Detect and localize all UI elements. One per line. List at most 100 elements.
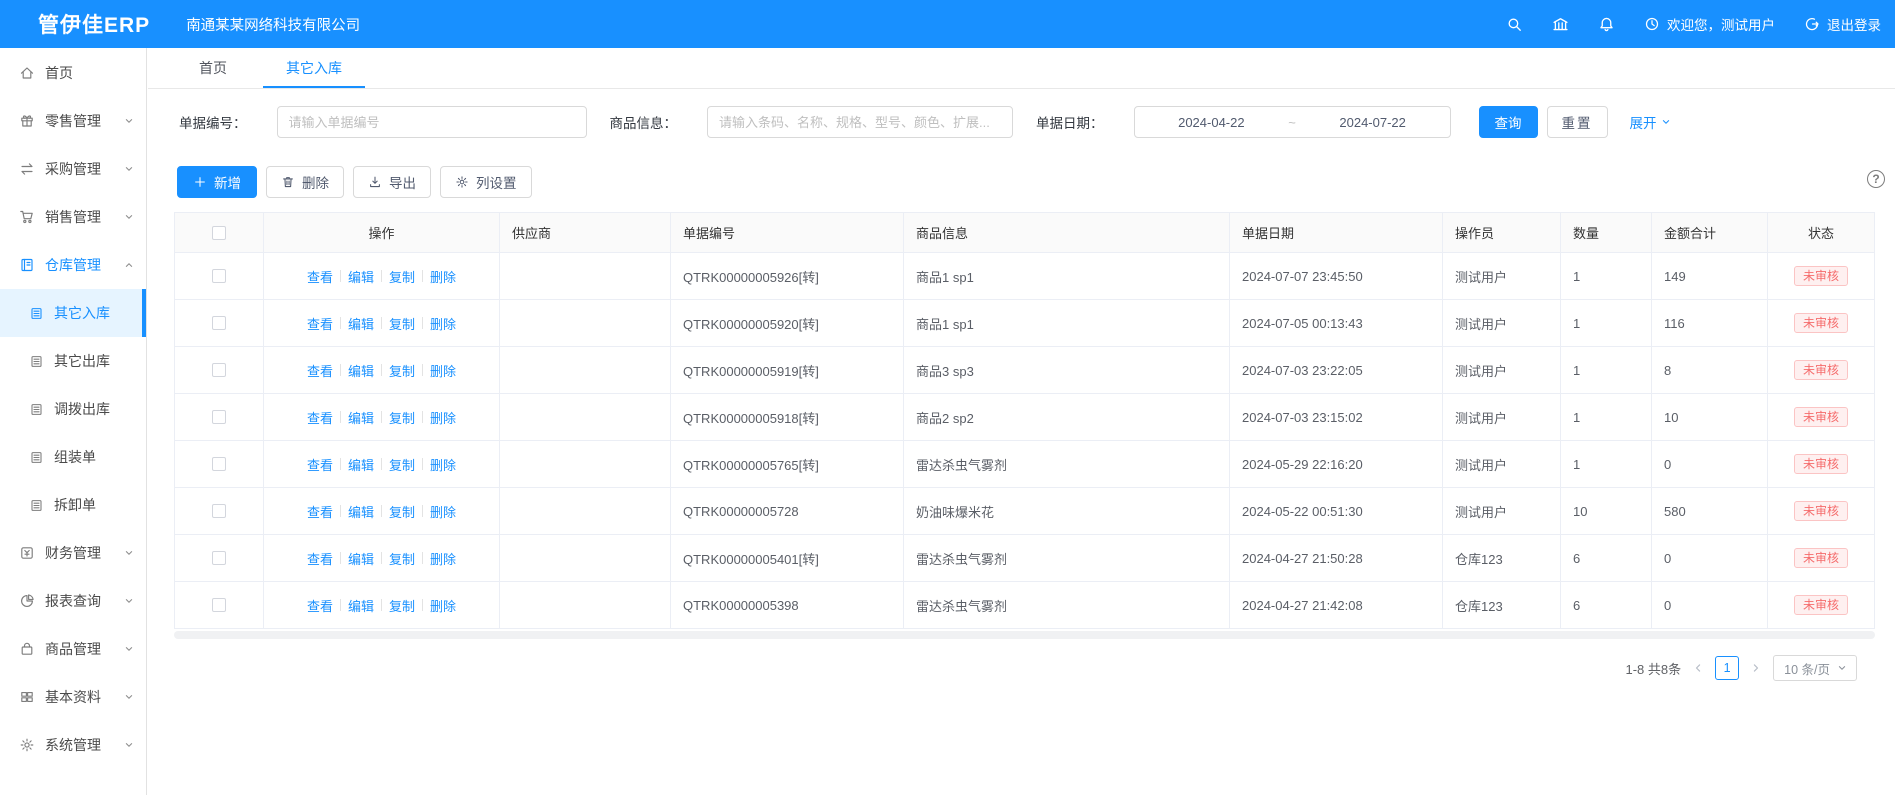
expand-link[interactable]: 展开 xyxy=(1630,112,1672,132)
bill-no-cell: QTRK00000005918[转] xyxy=(671,394,904,440)
link-separator xyxy=(381,411,382,423)
sidebar-item-finance[interactable]: 财务管理 xyxy=(0,529,146,577)
row-checkbox[interactable] xyxy=(212,504,226,518)
edit-link[interactable]: 编辑 xyxy=(348,596,374,615)
edit-link[interactable]: 编辑 xyxy=(348,455,374,474)
bell-icon[interactable] xyxy=(1598,16,1615,33)
delete-link[interactable]: 删除 xyxy=(430,549,456,568)
supplier-cell xyxy=(500,535,671,581)
reset-button[interactable]: 重置 xyxy=(1547,106,1608,138)
chevron-down-icon xyxy=(123,547,135,559)
product-cell: 奶油味爆米花 xyxy=(904,488,1230,534)
sidebar-item-assembly-order[interactable]: 组装单 xyxy=(0,433,146,481)
sidebar-item-retail[interactable]: 零售管理 xyxy=(0,97,146,145)
search-button[interactable]: 查询 xyxy=(1479,106,1538,138)
column-settings-button[interactable]: 列设置 xyxy=(440,166,532,198)
edit-link[interactable]: 编辑 xyxy=(348,361,374,380)
help-icon[interactable]: ? xyxy=(1867,170,1885,188)
view-link[interactable]: 查看 xyxy=(307,596,333,615)
copy-link[interactable]: 复制 xyxy=(389,408,415,427)
actions-cell: 查看编辑复制删除 xyxy=(264,300,500,346)
sidebar-item-warehouse[interactable]: 仓库管理 xyxy=(0,241,146,289)
delete-link[interactable]: 删除 xyxy=(430,408,456,427)
export-button[interactable]: 导出 xyxy=(353,166,431,198)
view-link[interactable]: 查看 xyxy=(307,267,333,286)
sidebar-item-basic-data[interactable]: 基本资料 xyxy=(0,673,146,721)
delete-link[interactable]: 删除 xyxy=(430,314,456,333)
gift-icon xyxy=(19,113,35,129)
view-link[interactable]: 查看 xyxy=(307,455,333,474)
row-checkbox[interactable] xyxy=(212,363,226,377)
logout-button[interactable]: 退出登录 xyxy=(1804,14,1881,34)
sidebar-item-home[interactable]: 首页 xyxy=(0,49,146,97)
view-link[interactable]: 查看 xyxy=(307,549,333,568)
view-link[interactable]: 查看 xyxy=(307,314,333,333)
copy-link[interactable]: 复制 xyxy=(389,596,415,615)
row-checkbox[interactable] xyxy=(212,457,226,471)
delete-link[interactable]: 删除 xyxy=(430,502,456,521)
row-checkbox[interactable] xyxy=(212,551,226,565)
page-number[interactable]: 1 xyxy=(1715,656,1739,680)
table-row: 查看编辑复制删除QTRK00000005398雷达杀虫气雾剂2024-04-27… xyxy=(175,582,1875,629)
edit-link[interactable]: 编辑 xyxy=(348,549,374,568)
copy-link[interactable]: 复制 xyxy=(389,502,415,521)
date-range-input[interactable]: 2024-04-22 ~ 2024-07-22 xyxy=(1134,106,1451,138)
view-link[interactable]: 查看 xyxy=(307,408,333,427)
sidebar-item-transfer-outbound[interactable]: 调拨出库 xyxy=(0,385,146,433)
sidebar-item-sales[interactable]: 销售管理 xyxy=(0,193,146,241)
sidebar-item-other-outbound[interactable]: 其它出库 xyxy=(0,337,146,385)
welcome-user[interactable]: 欢迎您，测试用户 xyxy=(1644,14,1775,34)
sidebar-item-other-inbound[interactable]: 其它入库 xyxy=(0,289,146,337)
delete-link[interactable]: 删除 xyxy=(430,361,456,380)
bill-no-input[interactable] xyxy=(277,106,587,138)
sidebar-item-products[interactable]: 商品管理 xyxy=(0,625,146,673)
page-size-select[interactable]: 10 条/页 xyxy=(1773,655,1857,681)
row-checkbox[interactable] xyxy=(212,410,226,424)
edit-link[interactable]: 编辑 xyxy=(348,502,374,521)
select-all-checkbox[interactable] xyxy=(212,226,226,240)
bank-icon[interactable] xyxy=(1552,16,1569,33)
gear-icon xyxy=(19,737,35,753)
copy-link[interactable]: 复制 xyxy=(389,549,415,568)
delete-button-label: 删除 xyxy=(302,172,329,192)
edit-link[interactable]: 编辑 xyxy=(348,408,374,427)
sidebar-item-reports[interactable]: 报表查询 xyxy=(0,577,146,625)
view-link[interactable]: 查看 xyxy=(307,361,333,380)
delete-button[interactable]: 删除 xyxy=(266,166,344,198)
delete-link[interactable]: 删除 xyxy=(430,455,456,474)
copy-link[interactable]: 复制 xyxy=(389,361,415,380)
product-info-input[interactable] xyxy=(707,106,1013,138)
copy-link[interactable]: 复制 xyxy=(389,267,415,286)
amount-cell: 0 xyxy=(1652,441,1768,487)
row-checkbox[interactable] xyxy=(212,269,226,283)
bag-icon xyxy=(19,641,35,657)
book-icon xyxy=(19,257,35,273)
row-checkbox[interactable] xyxy=(212,598,226,612)
delete-link[interactable]: 删除 xyxy=(430,267,456,286)
add-button[interactable]: 新增 xyxy=(177,166,257,198)
copy-link[interactable]: 复制 xyxy=(389,314,415,333)
tab-other-inbound[interactable]: 其它入库 xyxy=(263,48,365,88)
next-page-button[interactable] xyxy=(1749,661,1763,675)
view-link[interactable]: 查看 xyxy=(307,502,333,521)
sidebar-item-system[interactable]: 系统管理 xyxy=(0,721,146,769)
header-product: 商品信息 xyxy=(904,213,1230,252)
edit-link[interactable]: 编辑 xyxy=(348,267,374,286)
table-row: 查看编辑复制删除QTRK00000005728奶油味爆米花2024-05-22 … xyxy=(175,488,1875,535)
delete-link[interactable]: 删除 xyxy=(430,596,456,615)
search-icon[interactable] xyxy=(1506,16,1523,33)
link-separator xyxy=(422,458,423,470)
sidebar-item-label: 系统管理 xyxy=(45,735,101,755)
row-checkbox[interactable] xyxy=(212,316,226,330)
edit-link[interactable]: 编辑 xyxy=(348,314,374,333)
copy-link[interactable]: 复制 xyxy=(389,455,415,474)
horizontal-scrollbar[interactable] xyxy=(174,631,1875,639)
sidebar-item-disassembly-order[interactable]: 拆卸单 xyxy=(0,481,146,529)
topbar: 管伊佳ERP 南通某某网络科技有限公司 欢迎您，测试用户 退出登录 xyxy=(0,0,1895,48)
actions-cell: 查看编辑复制删除 xyxy=(264,347,500,393)
table-header-row: 操作 供应商 单据编号 商品信息 单据日期 操作员 数量 金额合计 状态 xyxy=(175,213,1875,253)
sidebar-item-purchase[interactable]: 采购管理 xyxy=(0,145,146,193)
sidebar-item-label: 零售管理 xyxy=(45,111,101,131)
prev-page-button[interactable] xyxy=(1691,661,1705,675)
tab-home[interactable]: 首页 xyxy=(176,48,250,88)
